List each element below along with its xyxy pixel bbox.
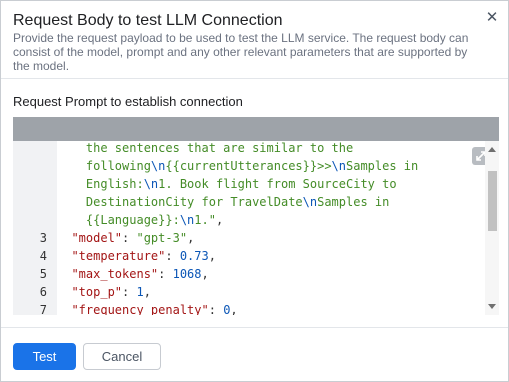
- code-token: 0.73: [179, 249, 209, 263]
- line-number: 3: [39, 231, 47, 245]
- code-token: ,: [187, 231, 195, 245]
- code-token: following: [57, 159, 151, 173]
- code-token: \n: [331, 159, 346, 173]
- code-token: "gpt-3": [136, 231, 188, 245]
- code-token: "temperature": [71, 249, 166, 263]
- request-prompt-label: Request Prompt to establish connection: [13, 94, 243, 109]
- code-token: 1068: [172, 267, 202, 281]
- code-token: \n: [179, 213, 195, 227]
- scrollbar-thumb[interactable]: [488, 171, 497, 231]
- dialog-subtitle: Provide the request payload to be used t…: [13, 31, 469, 73]
- line-number: [13, 193, 47, 211]
- code-line: DestinationCity for TravelDate\nSamples …: [57, 193, 497, 211]
- test-button[interactable]: Test: [13, 343, 76, 370]
- close-icon[interactable]: ✕: [484, 10, 500, 26]
- code-line: "temperature": 0.73,: [57, 247, 497, 265]
- code-token: the sentences that are similar to the: [57, 141, 354, 155]
- code-token: :: [208, 303, 224, 315]
- code-token: Samples in: [346, 159, 419, 173]
- code-token: :: [122, 285, 137, 299]
- code-token: ,: [208, 249, 216, 263]
- code-token: Samples in: [317, 195, 390, 209]
- code-token: :: [165, 249, 180, 263]
- code-token: ,: [215, 213, 224, 227]
- code-token: {{currentUtterances}}>>: [165, 159, 332, 173]
- code-token: "max_tokens": [71, 267, 159, 281]
- code-line: "model": "gpt-3",: [57, 229, 497, 247]
- code-content[interactable]: the sentences that are similar to the fo…: [57, 141, 499, 315]
- code-line: following\n{{currentUtterances}}>>\nSamp…: [57, 157, 497, 175]
- code-line: "max_tokens": 1068,: [57, 265, 497, 283]
- line-number: 5: [39, 267, 47, 281]
- code-token: 1. Book flight from SourceCity to: [158, 177, 397, 191]
- code-token: DestinationCity for TravelDate: [57, 195, 303, 209]
- code-token: ,: [143, 285, 151, 299]
- line-number: [13, 139, 47, 157]
- line-number: 6: [39, 285, 47, 299]
- code-editor[interactable]: 3 4 5 6 7 the sentences that are similar to …: [13, 117, 499, 315]
- code-token: \n: [143, 177, 159, 191]
- code-token: English:: [57, 177, 144, 191]
- code-line: {{Language}}:\n1.",: [57, 211, 497, 229]
- code-token: :: [158, 267, 173, 281]
- llm-request-dialog: Request Body to test LLM Connection Prov…: [0, 0, 509, 382]
- code-token: 1: [136, 285, 144, 299]
- code-token: :: [122, 231, 137, 245]
- code-line: the sentences that are similar to the: [57, 141, 497, 157]
- code-token: \n: [302, 195, 318, 209]
- code-line: English:\n1. Book flight from SourceCity…: [57, 175, 497, 193]
- code-line: "top_p": 1,: [57, 283, 497, 301]
- editor-toolbar: [13, 117, 499, 141]
- cancel-button[interactable]: Cancel: [83, 343, 161, 370]
- line-number: [13, 157, 47, 175]
- line-number: 7: [39, 303, 47, 315]
- dialog-title: Request Body to test LLM Connection: [13, 12, 283, 29]
- line-number: [13, 175, 47, 193]
- code-token: "model": [71, 231, 123, 245]
- dialog-header: Request Body to test LLM Connection Prov…: [1, 1, 508, 79]
- code-token: "frequency_penalty": [71, 303, 209, 315]
- editor-scrollbar[interactable]: [485, 141, 499, 315]
- code-token: {{Language}}:: [57, 213, 180, 227]
- code-token: \n: [150, 159, 166, 173]
- line-number: [13, 211, 47, 229]
- code-token: ,: [201, 267, 209, 281]
- dialog-footer: Test Cancel: [1, 327, 508, 382]
- scroll-up-arrow-icon[interactable]: [488, 147, 496, 152]
- code-token: "top_p": [71, 285, 123, 299]
- line-number: 4: [39, 249, 47, 263]
- code-token: 1.": [194, 213, 216, 227]
- code-token: ,: [230, 303, 238, 315]
- code-line: "frequency_penalty": 0,: [57, 301, 497, 315]
- scroll-down-arrow-icon[interactable]: [488, 304, 496, 309]
- line-number-gutter: 3 4 5 6 7: [13, 141, 57, 315]
